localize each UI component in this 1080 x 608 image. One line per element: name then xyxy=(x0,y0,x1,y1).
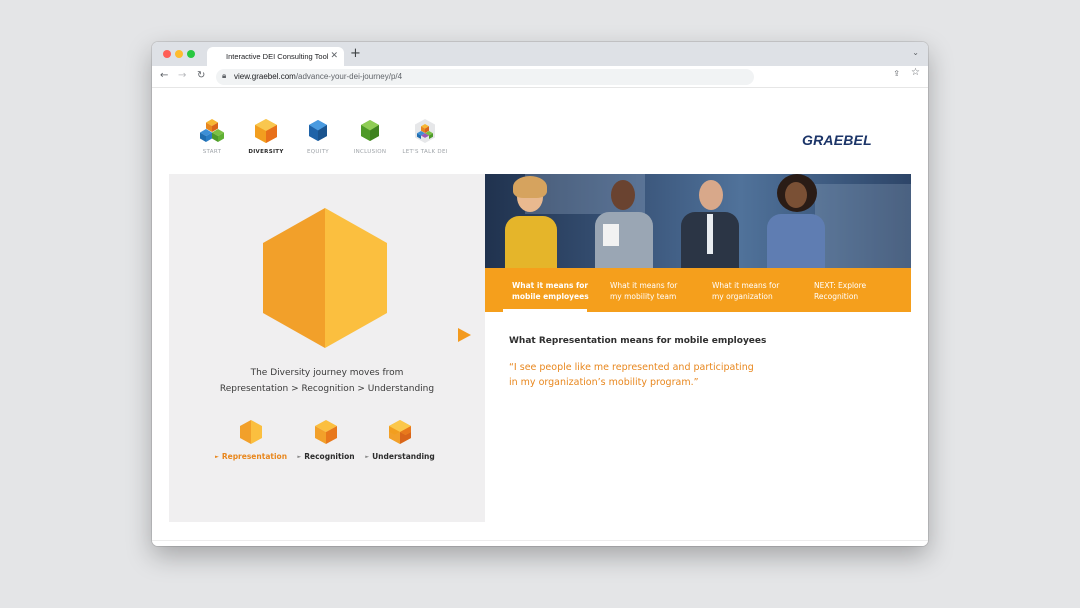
tab-line-1: What it means for xyxy=(610,281,678,290)
lets-talk-dei-cubes-icon xyxy=(415,119,435,143)
graebel-logo[interactable]: GRAEBEL xyxy=(802,132,872,148)
tab-line-1: What it means for xyxy=(712,281,780,290)
step-text-understanding: Understanding xyxy=(372,452,435,461)
section-title: What Representation means for mobile emp… xyxy=(509,336,767,346)
web-page: START DIVERSITY EQUITY INCLUSION LET'S T… xyxy=(152,88,928,546)
person-man-grey-suit xyxy=(589,174,659,268)
journey-panel: The Diversity journey moves from Represe… xyxy=(169,174,485,522)
page-divider xyxy=(152,540,928,541)
step-marker-icon: ► xyxy=(365,454,370,460)
tab-line-2: my mobility team xyxy=(610,292,677,301)
tab-menu-chevron-icon[interactable]: ⌄ xyxy=(912,48,919,57)
recognition-hexagon-icon xyxy=(315,420,337,444)
quote-line-2: in my organization’s mobility program.” xyxy=(509,377,699,388)
person-woman-blue xyxy=(761,174,831,268)
close-window-button[interactable] xyxy=(163,50,171,58)
person-man-dark-suit xyxy=(677,174,743,268)
back-icon[interactable]: ← xyxy=(160,69,168,83)
nav-label-lets-talk-dei: LET'S TALK DEI xyxy=(402,149,448,155)
star-icon[interactable]: ☆ xyxy=(911,67,920,78)
diversity-large-hexagon-icon xyxy=(263,208,387,348)
journey-line-1: The Diversity journey moves from xyxy=(250,368,404,378)
inclusion-hexagon-icon xyxy=(361,120,379,141)
representation-hexagon-icon xyxy=(240,420,262,444)
tab-line-2: Recognition xyxy=(814,292,859,301)
journey-line-2: Representation > Recognition > Understan… xyxy=(219,384,435,394)
hero-photo xyxy=(485,174,911,268)
address-bar[interactable]: 🔒︎ view.graebel.com/advance-your-dei-jou… xyxy=(216,69,754,85)
content-tab-bar: What it means for mobile employees What … xyxy=(485,268,911,312)
step-marker-icon: ► xyxy=(214,454,219,460)
new-tab-button[interactable]: + xyxy=(350,46,361,62)
share-icon[interactable]: ⇪ xyxy=(893,69,900,78)
tab-line-2: my organization xyxy=(712,292,773,301)
step-understanding[interactable]: ► Understanding xyxy=(350,419,450,461)
minimize-window-button[interactable] xyxy=(175,50,183,58)
browser-toolbar: ← → ↻ 🔒︎ view.graebel.com/advance-your-d… xyxy=(152,66,928,88)
maximize-window-button[interactable] xyxy=(187,50,195,58)
active-tab-underline xyxy=(503,309,587,312)
step-marker-icon: ► xyxy=(297,454,302,460)
step-label-understanding: ► Understanding xyxy=(350,452,450,461)
forward-icon[interactable]: → xyxy=(178,69,186,83)
tab-mobility-team[interactable]: What it means for my mobility team xyxy=(610,280,698,302)
equity-hexagon-icon xyxy=(309,120,327,141)
url-text[interactable]: view.graebel.com/advance-your-dei-journe… xyxy=(234,72,402,81)
tab-line-1: NEXT: Explore xyxy=(814,281,867,290)
lock-icon[interactable]: 🔒︎ xyxy=(222,71,226,81)
reload-icon[interactable]: ↻ xyxy=(197,69,205,83)
start-cubes-icon xyxy=(200,119,224,142)
understanding-hexagon-icon xyxy=(389,420,411,444)
person-woman-yellow xyxy=(499,174,563,268)
browser-window: Interactive DEI Consulting Tool ✕ + ⌄ ← … xyxy=(152,42,928,546)
url-host: view.graebel.com xyxy=(234,72,296,81)
nav-item-lets-talk-dei[interactable]: LET'S TALK DEI xyxy=(390,118,460,155)
step-text-recognition: Recognition xyxy=(304,452,355,461)
tab-close-icon[interactable]: ✕ xyxy=(330,50,338,62)
play-arrow-icon xyxy=(458,328,471,342)
journey-description: The Diversity journey moves from Represe… xyxy=(169,365,485,397)
quote-text: “I see people like me represented and pa… xyxy=(509,360,769,390)
diversity-hexagon-icon xyxy=(255,119,277,143)
tab-organization[interactable]: What it means for my organization xyxy=(712,280,800,302)
quote-line-1: “I see people like me represented and pa… xyxy=(509,362,754,373)
tab-next-recognition[interactable]: NEXT: Explore Recognition xyxy=(814,280,902,302)
tab-mobile-employees[interactable]: What it means for mobile employees xyxy=(512,280,600,302)
tab-line-1: What it means for xyxy=(512,281,589,290)
url-path: /advance-your-dei-journey/p/4 xyxy=(295,72,403,81)
tab-line-2: mobile employees xyxy=(512,292,589,301)
tab-strip: Interactive DEI Consulting Tool ✕ + ⌄ xyxy=(152,42,928,66)
tab-title: Interactive DEI Consulting Tool xyxy=(226,52,329,61)
browser-tab[interactable]: Interactive DEI Consulting Tool ✕ xyxy=(207,47,344,66)
